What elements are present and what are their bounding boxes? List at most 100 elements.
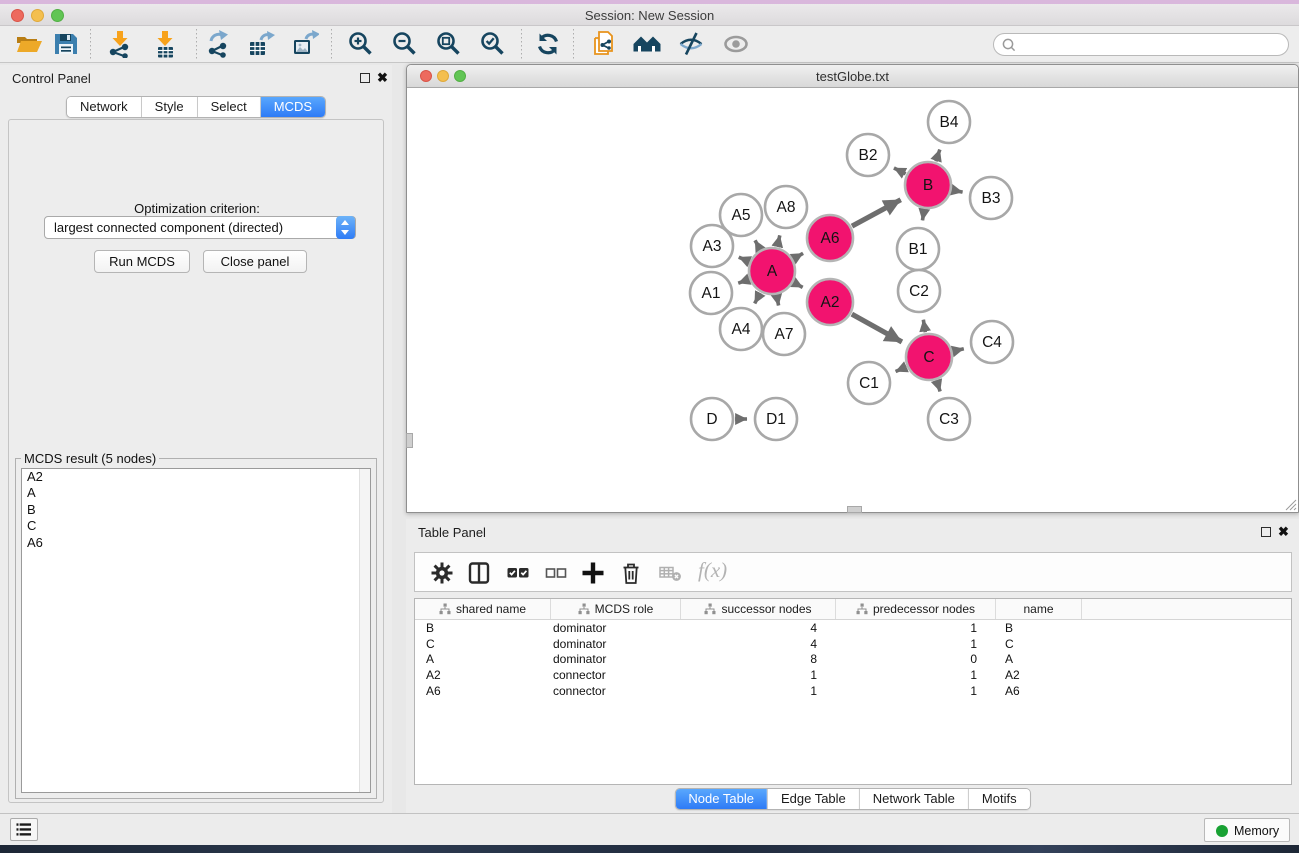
mcds-result-item[interactable]: A bbox=[22, 485, 370, 501]
import-table-icon[interactable] bbox=[151, 30, 179, 58]
table-cell[interactable]: B bbox=[415, 621, 551, 635]
export-table-icon[interactable] bbox=[247, 30, 275, 58]
table-cell[interactable]: 0 bbox=[836, 652, 996, 666]
graph-edge-A6-B[interactable] bbox=[852, 200, 901, 226]
table-cell[interactable]: B bbox=[996, 621, 1082, 635]
add-column-icon[interactable] bbox=[581, 561, 605, 585]
table-row[interactable]: Bdominator41B bbox=[415, 620, 1291, 636]
table-cell[interactable]: 1 bbox=[836, 684, 996, 698]
table-cell[interactable]: 1 bbox=[836, 637, 996, 651]
graph-edge-C-C4[interactable] bbox=[953, 349, 963, 351]
network-canvas[interactable]: B4B2BB3A8A5A6A3B1AC2A1A2A4A7C4CC1C3DD1 bbox=[407, 88, 1298, 512]
column-header-mcds-role[interactable]: MCDS role bbox=[551, 599, 681, 619]
mcds-result-item[interactable]: A2 bbox=[22, 469, 370, 485]
mcds-result-list[interactable]: A2ABCA6 bbox=[21, 468, 371, 793]
search-input[interactable] bbox=[1020, 35, 1280, 54]
mcds-result-item[interactable]: A6 bbox=[22, 535, 370, 551]
table-cell[interactable]: A2 bbox=[415, 668, 551, 682]
graph-edge-B-B2[interactable] bbox=[894, 168, 906, 174]
float-table-panel-icon[interactable] bbox=[1261, 527, 1271, 537]
table-cell[interactable]: 1 bbox=[836, 621, 996, 635]
table-cell[interactable]: A2 bbox=[996, 668, 1082, 682]
deselect-all-icon[interactable] bbox=[544, 561, 568, 585]
zoom-in-icon[interactable] bbox=[347, 30, 375, 58]
hide-details-icon[interactable] bbox=[677, 30, 705, 58]
table-row[interactable]: A6connector11A6 bbox=[415, 683, 1291, 699]
float-panel-icon[interactable] bbox=[360, 73, 370, 83]
table-cell[interactable]: dominator bbox=[551, 621, 681, 635]
graph-edge-B-B3[interactable] bbox=[952, 190, 962, 192]
zoom-out-icon[interactable] bbox=[391, 30, 419, 58]
table-cell[interactable]: 4 bbox=[681, 637, 836, 651]
table-cell[interactable]: C bbox=[415, 637, 551, 651]
open-session-icon[interactable] bbox=[15, 30, 43, 58]
tab-select[interactable]: Select bbox=[197, 97, 260, 117]
table-cell[interactable]: connector bbox=[551, 668, 681, 682]
table-cell[interactable]: C bbox=[996, 637, 1082, 651]
show-details-icon[interactable] bbox=[722, 30, 750, 58]
result-list-scrollbar[interactable] bbox=[359, 469, 370, 792]
graph-edge-A-A7[interactable] bbox=[777, 296, 779, 306]
graph-edge-C-C2[interactable] bbox=[923, 320, 925, 333]
close-panel-button[interactable]: Close panel bbox=[203, 250, 307, 273]
table-cell[interactable]: 8 bbox=[681, 652, 836, 666]
table-cell[interactable]: 4 bbox=[681, 621, 836, 635]
table-cell[interactable]: 1 bbox=[681, 684, 836, 698]
vertical-scrollbar-fragment[interactable] bbox=[406, 433, 413, 448]
graph-edge-A-A8[interactable] bbox=[777, 235, 779, 246]
export-network-icon[interactable] bbox=[204, 30, 232, 58]
tab-mcds[interactable]: MCDS bbox=[260, 97, 325, 117]
import-network-icon[interactable] bbox=[106, 30, 134, 58]
column-header-shared-name[interactable]: shared name bbox=[415, 599, 551, 619]
window-resize-grip[interactable] bbox=[1283, 497, 1297, 511]
column-header-predecessor-nodes[interactable]: predecessor nodes bbox=[836, 599, 996, 619]
table-cell[interactable]: A6 bbox=[415, 684, 551, 698]
optimization-criterion-dropdown[interactable]: largest connected component (directed) bbox=[44, 216, 356, 239]
table-row[interactable]: Adominator80A bbox=[415, 652, 1291, 668]
memory-button[interactable]: Memory bbox=[1204, 818, 1290, 842]
home-icon[interactable] bbox=[633, 30, 661, 58]
table-cell[interactable]: dominator bbox=[551, 637, 681, 651]
refresh-icon[interactable] bbox=[534, 30, 562, 58]
column-header-name[interactable]: name bbox=[996, 599, 1082, 619]
mcds-result-item[interactable]: C bbox=[22, 518, 370, 534]
graph-edge-A-A2[interactable] bbox=[794, 283, 803, 288]
mcds-result-item[interactable]: B bbox=[22, 502, 370, 518]
network-window-titlebar[interactable]: testGlobe.txt bbox=[407, 65, 1298, 88]
save-session-icon[interactable] bbox=[52, 30, 80, 58]
close-panel-icon[interactable]: ✖ bbox=[377, 70, 388, 86]
zoom-selected-icon[interactable] bbox=[479, 30, 507, 58]
graph-edge-A-A6[interactable] bbox=[794, 253, 803, 258]
column-header-successor-nodes[interactable]: successor nodes bbox=[681, 599, 836, 619]
table-row[interactable]: A2connector11A2 bbox=[415, 667, 1291, 683]
select-all-icon[interactable] bbox=[506, 561, 530, 585]
table-cell[interactable]: 1 bbox=[681, 668, 836, 682]
table-cell[interactable]: connector bbox=[551, 684, 681, 698]
delete-column-icon[interactable] bbox=[619, 561, 643, 585]
tab-edge-table[interactable]: Edge Table bbox=[767, 789, 859, 809]
tab-network[interactable]: Network bbox=[67, 97, 141, 117]
graph-edge-C-C1[interactable] bbox=[896, 367, 906, 372]
zoom-fit-icon[interactable] bbox=[435, 30, 463, 58]
export-image-icon[interactable] bbox=[291, 30, 319, 58]
table-cell[interactable]: A bbox=[996, 652, 1082, 666]
function-builder-icon[interactable]: f(x) bbox=[698, 558, 727, 583]
run-mcds-button[interactable]: Run MCDS bbox=[94, 250, 190, 273]
tab-style[interactable]: Style bbox=[141, 97, 197, 117]
column-browser-icon[interactable] bbox=[467, 561, 491, 585]
table-row[interactable]: Cdominator41C bbox=[415, 636, 1291, 652]
table-cell[interactable]: A bbox=[415, 652, 551, 666]
task-history-button[interactable] bbox=[10, 818, 38, 841]
table-cell[interactable]: 1 bbox=[836, 668, 996, 682]
copy-network-icon[interactable] bbox=[591, 30, 619, 58]
graph-edge-B-B1[interactable] bbox=[922, 210, 924, 221]
tab-motifs[interactable]: Motifs bbox=[968, 789, 1030, 809]
graph-edge-A2-C[interactable] bbox=[852, 314, 902, 342]
table-settings-icon[interactable] bbox=[430, 561, 454, 585]
graph-edge-B-B4[interactable] bbox=[936, 150, 940, 162]
graph-edge-A-A1[interactable] bbox=[738, 279, 748, 283]
table-cell[interactable]: dominator bbox=[551, 652, 681, 666]
graph-edge-A-A5[interactable] bbox=[755, 240, 760, 249]
table-cell[interactable]: A6 bbox=[996, 684, 1082, 698]
close-table-panel-icon[interactable]: ✖ bbox=[1278, 524, 1289, 540]
